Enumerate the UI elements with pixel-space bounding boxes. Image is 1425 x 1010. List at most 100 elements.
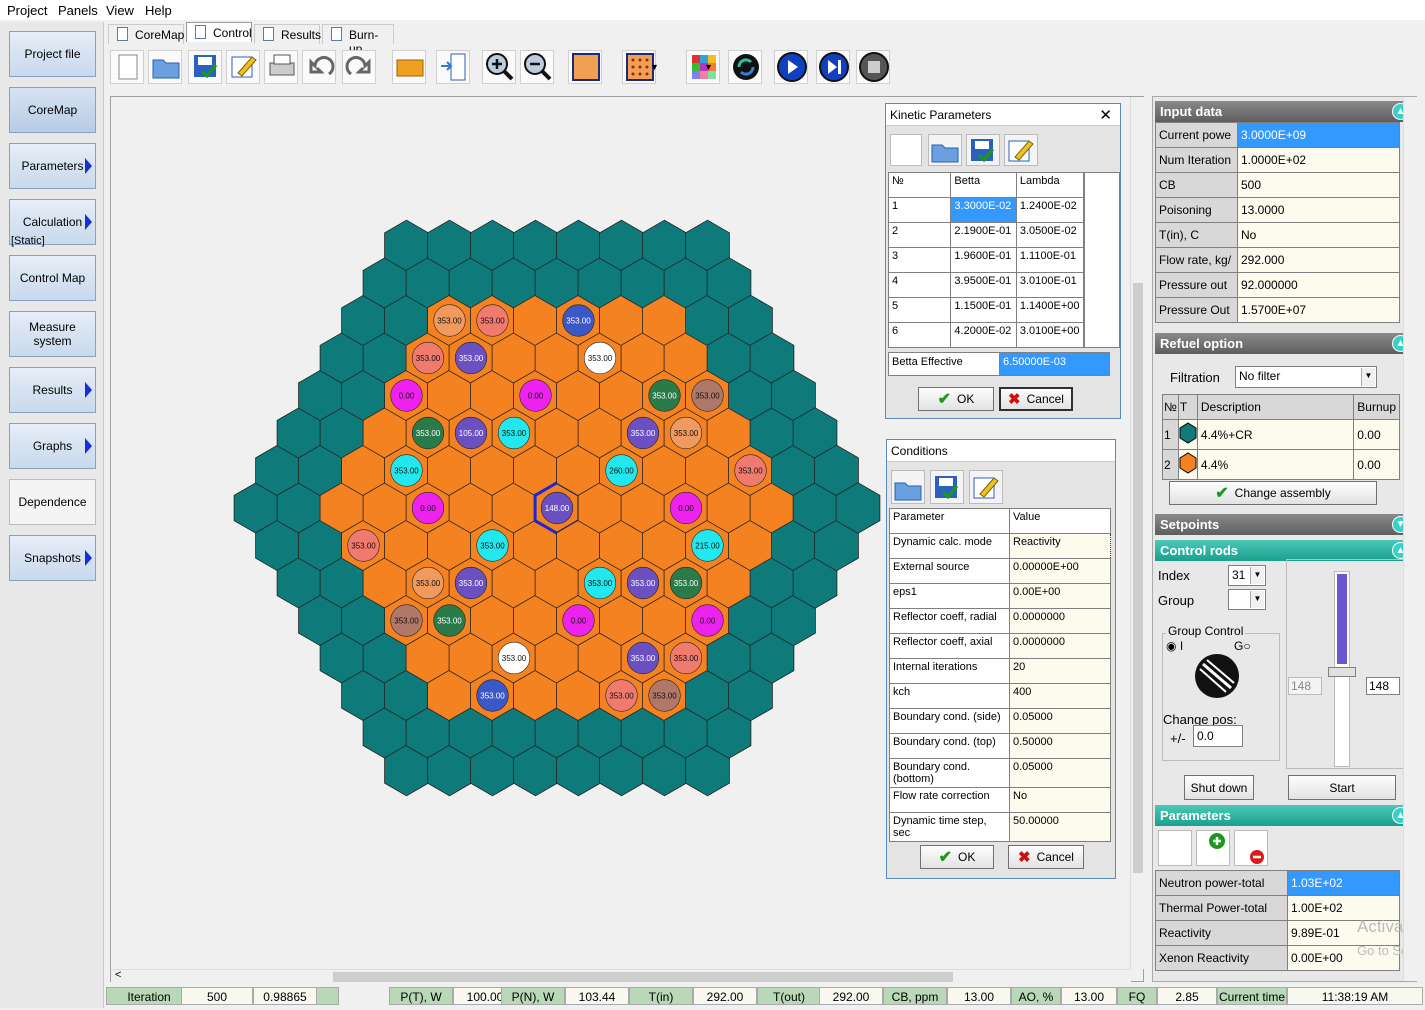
table-row[interactable]: Current powe 3.0000E+09 (1155, 122, 1400, 148)
betta-cell[interactable]: 2.1900E-01 (950, 222, 1017, 248)
value-cell[interactable]: 92.000000 (1237, 272, 1400, 298)
value-cell[interactable]: 1.5700E+07 (1237, 297, 1400, 323)
value-cell[interactable]: 0.50000 (1009, 733, 1111, 759)
ok-button[interactable]: ✔ OK (920, 845, 994, 869)
betta-cell[interactable]: 1.1500E-01 (950, 297, 1017, 323)
table-row[interactable]: Pressure Out 1.5700E+07 (1155, 297, 1400, 323)
lambda-cell[interactable]: 1.1100E-01 (1015, 247, 1085, 273)
scroll-thumb[interactable] (1133, 283, 1143, 873)
value-cell[interactable]: 292.000 (1237, 247, 1400, 273)
table-row[interactable]: Boundary cond. (top) 0.50000 (889, 733, 1111, 759)
table-row[interactable]: 2 2.1900E-01 3.0500E-02 (887, 222, 1085, 248)
value-cell[interactable]: 0.0000000 (1009, 633, 1111, 659)
table-row[interactable]: kch 400 (889, 683, 1111, 709)
nav-snapshots[interactable]: Snapshots (9, 535, 96, 581)
input-data-header[interactable]: Input data ▲ (1155, 101, 1413, 122)
core-map-hscroll[interactable]: < (111, 969, 1131, 983)
ok-button[interactable]: ✔ OK (918, 387, 994, 411)
table-row[interactable]: Poisoning 13.0000 (1155, 197, 1400, 223)
cancel-button[interactable]: ✖ Cancel (1008, 845, 1084, 869)
betta-cell[interactable]: 3.3000E-02 (950, 197, 1017, 223)
nav-control-map[interactable]: Control Map (9, 255, 96, 301)
zoom-out-icon[interactable] (520, 50, 554, 84)
betta-effective-field[interactable]: 6.50000E-03 (999, 352, 1110, 376)
nav-coremap[interactable]: CoreMap (9, 87, 96, 133)
value-cell[interactable]: 0.00000E+00 (1009, 558, 1111, 584)
rotary-knob-icon[interactable] (1194, 653, 1240, 702)
table-row[interactable]: Pressure out 92.000000 (1155, 272, 1400, 298)
nav-calculation[interactable]: Calculation [Static] (9, 199, 96, 247)
folder-tab-icon[interactable] (392, 50, 426, 84)
value-cell[interactable]: 500 (1237, 172, 1400, 198)
fill-dropdown-arrow-icon[interactable]: ▼ (650, 62, 659, 72)
fill-orange-icon[interactable] (568, 50, 602, 84)
edit-icon[interactable] (1004, 134, 1038, 166)
nav-measure-system[interactable]: Measure system (9, 311, 96, 357)
table-row[interactable]: eps1 0.00E+00 (889, 583, 1111, 609)
menu-help[interactable]: Help (145, 3, 172, 18)
table-row[interactable]: 4 3.9500E-01 3.0100E-01 (887, 272, 1085, 298)
nav-dependence[interactable]: Dependence (9, 479, 96, 525)
close-icon[interactable]: ✕ (1099, 106, 1112, 124)
table-row[interactable]: Flow rate correction No (889, 787, 1111, 813)
group-select[interactable]: ▼ (1228, 589, 1266, 610)
redo-icon[interactable] (342, 50, 376, 84)
table-row[interactable]: Reflector coeff, radial 0.0000000 (889, 608, 1111, 634)
table-row[interactable]: Dynamic time step, sec 50.00000 (889, 812, 1111, 842)
print-icon[interactable] (264, 50, 298, 84)
table-row[interactable]: Flow rate, kg/292.000 (1155, 247, 1400, 273)
open-folder-icon[interactable] (891, 470, 925, 504)
scroll-thumb[interactable] (333, 972, 953, 982)
lambda-cell[interactable]: 1.1400E+00 (1015, 297, 1085, 323)
change-pos-input[interactable]: 0.0 (1193, 725, 1243, 747)
betta-cell[interactable]: 3.9500E-01 (950, 272, 1017, 298)
edit-icon[interactable] (969, 470, 1003, 504)
stop-icon[interactable] (856, 50, 890, 84)
tab-results[interactable]: Results (254, 24, 321, 44)
nav-graphs[interactable]: Graphs (9, 423, 96, 469)
value-cell[interactable]: 20 (1009, 658, 1111, 684)
start-button[interactable]: Start (1288, 775, 1396, 800)
table-row[interactable]: 5 1.1500E-01 1.1400E+00 (887, 297, 1085, 323)
undo-icon[interactable] (302, 50, 336, 84)
rod-slider-thumb[interactable] (1328, 667, 1356, 678)
table-row[interactable]: External source 0.00000E+00 (889, 558, 1111, 584)
value-cell[interactable]: 3.0000E+09 (1237, 122, 1400, 148)
value-cell[interactable]: 400 (1009, 683, 1111, 709)
tab-control[interactable]: Control (186, 22, 252, 42)
edit-icon[interactable] (226, 50, 260, 84)
table-row[interactable]: Dynamic calc. mode Reactivity (889, 533, 1111, 559)
table-row[interactable]: 2 4.4% 0.00 (1162, 449, 1400, 480)
table-row[interactable]: CB 500 (1155, 172, 1400, 198)
remove-icon[interactable] (1234, 830, 1268, 866)
open-folder-icon[interactable] (928, 134, 962, 166)
parameters-header[interactable]: Parameters ▲ (1155, 805, 1413, 826)
table-row[interactable]: 1 3.3000E-02 1.2400E-02 (887, 197, 1085, 223)
change-assembly-button[interactable]: ✔ Change assembly (1169, 481, 1377, 505)
new-doc-icon[interactable] (110, 50, 144, 84)
new-doc-icon[interactable] (1158, 830, 1192, 866)
table-row[interactable]: Internal iterations 20 (889, 658, 1111, 684)
value-cell[interactable]: 50.00000 (1009, 812, 1111, 842)
pattern-dropdown-arrow-icon[interactable]: ▼ (704, 62, 713, 72)
play-icon[interactable] (774, 50, 808, 84)
save-icon[interactable] (930, 470, 964, 504)
radio-individual[interactable]: ◉ I (1166, 639, 1183, 653)
menu-view[interactable]: View (106, 3, 134, 18)
table-row[interactable]: Neutron power-total 1.03E+02 (1155, 870, 1400, 896)
table-row[interactable]: Boundary cond. (bottom) 0.05000 (889, 758, 1111, 788)
betta-cell[interactable]: 1.9600E-01 (950, 247, 1017, 273)
lambda-cell[interactable]: 1.2400E-02 (1015, 197, 1085, 223)
table-row[interactable]: T(in), C No (1155, 222, 1400, 248)
filtration-select[interactable]: No filter ▼ (1235, 366, 1377, 388)
value-cell[interactable]: 0.00E+00 (1009, 583, 1111, 609)
refresh-icon[interactable] (728, 50, 762, 84)
value-cell[interactable]: 1.0000E+02 (1237, 147, 1400, 173)
control-rods-header[interactable]: Control rods ▲ (1155, 540, 1413, 561)
layout-icon[interactable] (436, 50, 470, 84)
scroll-left-icon[interactable]: < (115, 969, 121, 981)
value-cell[interactable]: 0.05000 (1009, 708, 1111, 734)
rod-position-right[interactable]: 148 (1366, 677, 1400, 695)
open-folder-icon[interactable] (148, 50, 182, 84)
menu-project[interactable]: Project (7, 3, 47, 18)
